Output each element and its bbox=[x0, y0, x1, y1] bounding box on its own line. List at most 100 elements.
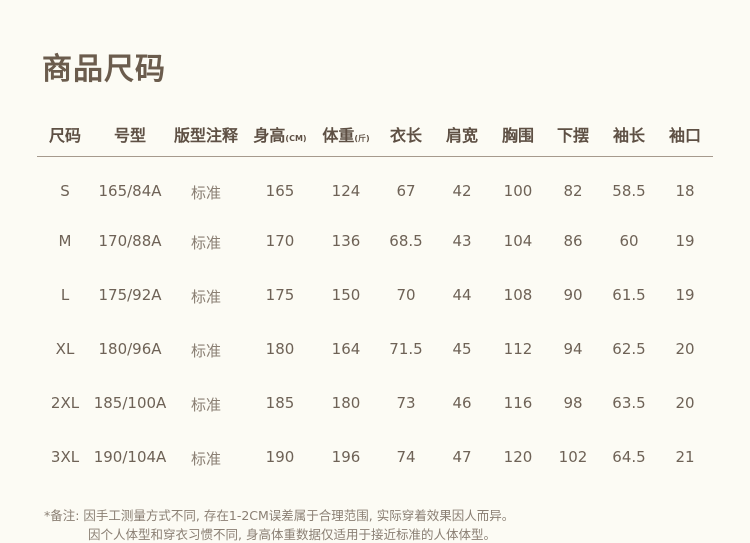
cell-height: 175 bbox=[265, 286, 295, 304]
table-row: 3XL 190/104A 标准 190 196 74 47 120 102 64.5 21 bbox=[0, 442, 750, 472]
column-header-label: 下摆 bbox=[556, 126, 590, 145]
table-row: M 170/88A 标准 170 136 68.5 43 104 86 60 19 bbox=[0, 226, 750, 256]
column-header-label: 胸围 bbox=[501, 126, 535, 145]
column-header-label: 尺码 bbox=[48, 126, 82, 145]
column-header-height: 身高(CM) bbox=[253, 122, 306, 146]
cell-model: 175/92A bbox=[98, 286, 162, 304]
cell-length: 74 bbox=[396, 448, 416, 466]
cell-hem: 102 bbox=[558, 448, 588, 466]
cell-sleeve: 58.5 bbox=[612, 182, 646, 200]
cell-size: 3XL bbox=[50, 448, 80, 466]
cell-size: L bbox=[60, 286, 70, 304]
cell-height: 190 bbox=[265, 448, 295, 466]
cell-size: 2XL bbox=[50, 394, 80, 412]
cell-fit: 标准 bbox=[190, 396, 222, 414]
cell-chest: 112 bbox=[503, 340, 533, 358]
cell-weight: 124 bbox=[331, 182, 361, 200]
cell-chest: 104 bbox=[503, 232, 533, 250]
cell-size: S bbox=[60, 182, 70, 200]
cell-hem: 94 bbox=[563, 340, 583, 358]
cell-height: 170 bbox=[265, 232, 295, 250]
cell-chest: 120 bbox=[503, 448, 533, 466]
note-line-2: 因个人体型和穿衣习惯不同, 身高体重数据仅适用于接近标准的人体体型。 bbox=[88, 527, 496, 542]
cell-shoulder: 46 bbox=[452, 394, 472, 412]
cell-cuff: 20 bbox=[675, 394, 695, 412]
table-row: XL 180/96A 标准 180 164 71.5 45 112 94 62.5 20 bbox=[0, 334, 750, 364]
cell-hem: 86 bbox=[563, 232, 583, 250]
cell-length: 71.5 bbox=[389, 340, 423, 358]
table-header: 尺码 号型 版型注释 身高(CM) 体重(斤) 衣长 肩宽 胸围 下摆 袖长 袖口 bbox=[37, 116, 713, 152]
cell-cuff: 18 bbox=[675, 182, 695, 200]
cell-length: 68.5 bbox=[389, 232, 423, 250]
cell-shoulder: 42 bbox=[452, 182, 472, 200]
cell-sleeve: 62.5 bbox=[612, 340, 646, 358]
column-header-weight: 体重(斤) bbox=[322, 122, 369, 146]
column-header-label: 版型注释 bbox=[173, 126, 239, 145]
cell-model: 190/104A bbox=[93, 448, 167, 466]
cell-length: 73 bbox=[396, 394, 416, 412]
column-header-chest: 胸围 bbox=[502, 122, 534, 146]
column-header-unit: (CM) bbox=[285, 134, 307, 143]
cell-cuff: 19 bbox=[675, 232, 695, 250]
cell-fit: 标准 bbox=[190, 288, 222, 306]
cell-sleeve: 61.5 bbox=[612, 286, 646, 304]
cell-weight: 136 bbox=[331, 232, 361, 250]
cell-weight: 196 bbox=[331, 448, 361, 466]
table-row: S 165/84A 标准 165 124 67 42 100 82 58.5 18 bbox=[0, 176, 750, 206]
cell-length: 70 bbox=[396, 286, 416, 304]
column-header-label: 袖长 bbox=[612, 126, 646, 145]
cell-shoulder: 45 bbox=[452, 340, 472, 358]
cell-sleeve: 64.5 bbox=[612, 448, 646, 466]
column-header-size: 尺码 bbox=[49, 122, 81, 146]
cell-fit: 标准 bbox=[190, 342, 222, 360]
column-header-shoulder: 肩宽 bbox=[446, 122, 478, 146]
cell-model: 185/100A bbox=[93, 394, 167, 412]
cell-cuff: 19 bbox=[675, 286, 695, 304]
cell-model: 170/88A bbox=[98, 232, 162, 250]
column-header-label: 袖口 bbox=[668, 126, 702, 145]
cell-length: 67 bbox=[396, 182, 416, 200]
cell-size: XL bbox=[55, 340, 75, 358]
cell-weight: 164 bbox=[331, 340, 361, 358]
cell-hem: 98 bbox=[563, 394, 583, 412]
cell-fit: 标准 bbox=[190, 234, 222, 252]
cell-shoulder: 47 bbox=[452, 448, 472, 466]
header-divider bbox=[37, 156, 713, 157]
cell-shoulder: 43 bbox=[452, 232, 472, 250]
cell-shoulder: 44 bbox=[452, 286, 472, 304]
cell-hem: 90 bbox=[563, 286, 583, 304]
column-header-hem: 下摆 bbox=[557, 122, 589, 146]
cell-weight: 180 bbox=[331, 394, 361, 412]
column-header-unit: (斤) bbox=[354, 134, 370, 143]
table-row: L 175/92A 标准 175 150 70 44 108 90 61.5 19 bbox=[0, 280, 750, 310]
cell-cuff: 20 bbox=[675, 340, 695, 358]
cell-weight: 150 bbox=[331, 286, 361, 304]
page-title: 商品尺码 bbox=[42, 52, 166, 87]
cell-sleeve: 60 bbox=[619, 232, 639, 250]
column-header-fit: 版型注释 bbox=[174, 122, 238, 146]
note-line-1: *备注: 因手工测量方式不同, 存在1-2CM误差属于合理范围, 实际穿着效果因… bbox=[44, 508, 515, 523]
column-header-label: 衣长 bbox=[389, 126, 423, 145]
column-header-sleeve: 袖长 bbox=[613, 122, 645, 146]
cell-height: 165 bbox=[265, 182, 295, 200]
cell-cuff: 21 bbox=[675, 448, 695, 466]
column-header-label: 身高 bbox=[253, 126, 286, 145]
column-header-label: 肩宽 bbox=[445, 126, 479, 145]
column-header-cuff: 袖口 bbox=[669, 122, 701, 146]
cell-hem: 82 bbox=[563, 182, 583, 200]
column-header-model: 号型 bbox=[114, 122, 146, 146]
cell-height: 185 bbox=[265, 394, 295, 412]
cell-model: 180/96A bbox=[98, 340, 162, 358]
column-header-label: 体重 bbox=[322, 126, 355, 145]
cell-fit: 标准 bbox=[190, 450, 222, 468]
cell-model: 165/84A bbox=[98, 182, 162, 200]
column-header-length: 衣长 bbox=[390, 122, 422, 146]
cell-chest: 116 bbox=[503, 394, 533, 412]
cell-fit: 标准 bbox=[190, 184, 222, 202]
cell-height: 180 bbox=[265, 340, 295, 358]
cell-chest: 100 bbox=[503, 182, 533, 200]
cell-chest: 108 bbox=[503, 286, 533, 304]
cell-size: M bbox=[58, 232, 72, 250]
table-row: 2XL 185/100A 标准 185 180 73 46 116 98 63.5 20 bbox=[0, 388, 750, 418]
column-header-label: 号型 bbox=[113, 126, 147, 145]
